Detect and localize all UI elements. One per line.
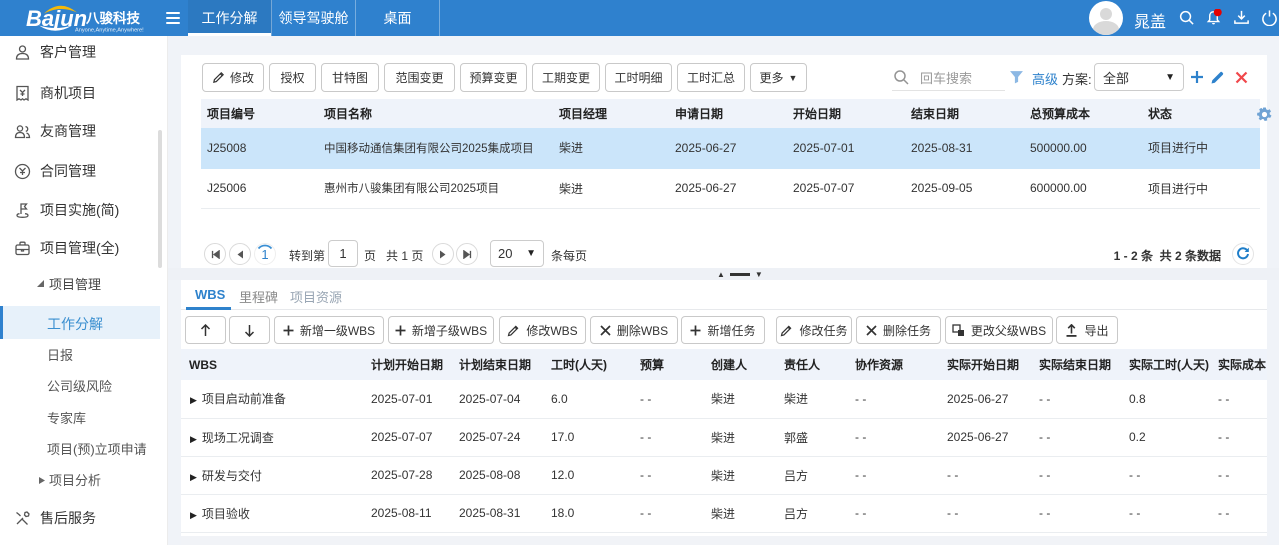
svg-text:八骏科技: 八骏科技 (85, 10, 140, 26)
svg-text:Anyone,Anytime,Anywhere!: Anyone,Anytime,Anywhere! (75, 28, 144, 34)
